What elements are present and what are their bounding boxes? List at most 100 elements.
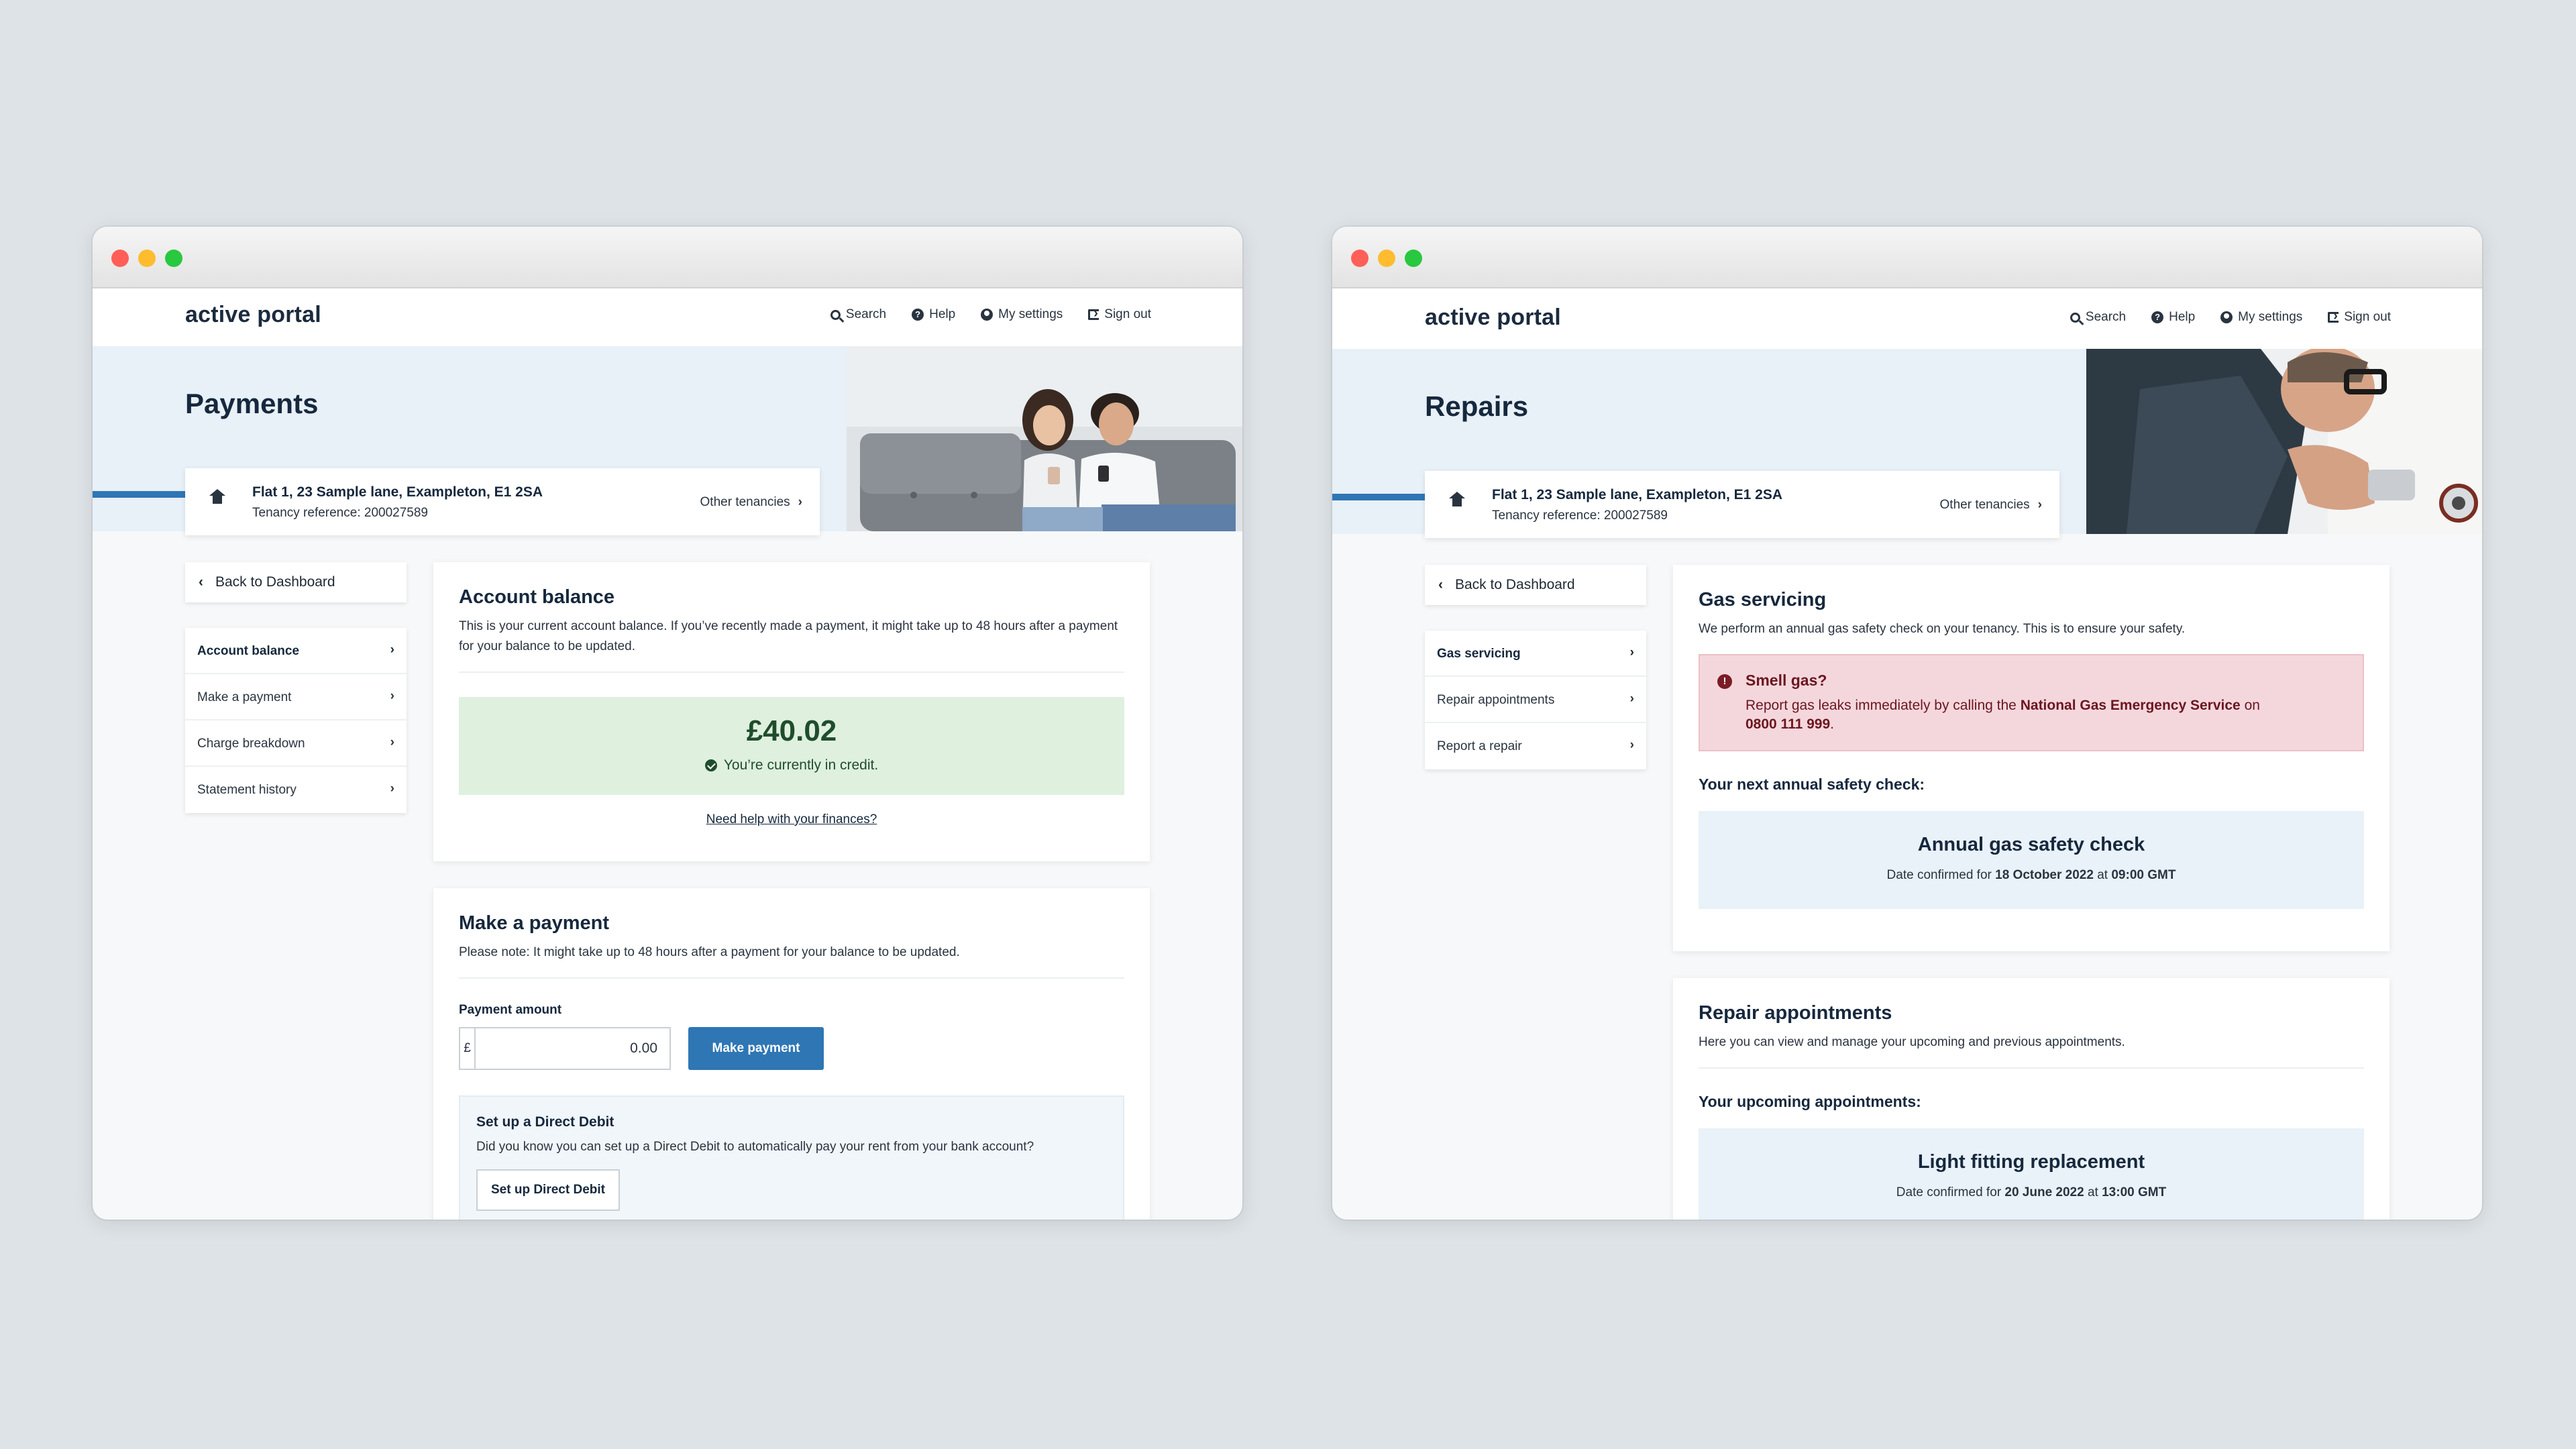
direct-debit-title: Set up a Direct Debit <box>476 1114 614 1130</box>
maximize-window-button[interactable] <box>1405 250 1422 267</box>
tenancy-address: Flat 1, 23 Sample lane, Exampleton, E1 2… <box>252 484 543 500</box>
direct-debit-box: Set up a Direct Debit Did you know you c… <box>459 1095 1124 1220</box>
nav-sign-out[interactable]: Sign out <box>2328 309 2391 325</box>
nav-search[interactable]: Search <box>830 307 886 322</box>
back-to-dashboard-button[interactable]: ‹ Back to Dashboard <box>1425 565 1646 605</box>
direct-debit-text: Did you know you can set up a Direct Deb… <box>476 1140 1034 1154</box>
logo[interactable]: active portal <box>185 302 321 328</box>
account-balance-card: Account balance This is your current acc… <box>433 562 1150 861</box>
hero-photo-couple <box>847 346 1242 531</box>
user-icon <box>981 309 994 321</box>
chevron-right-icon: › <box>1629 645 1634 659</box>
minimize-window-button[interactable] <box>138 250 156 267</box>
nav-help[interactable]: ? Help <box>2151 310 2195 325</box>
alert-title: Smell gas? <box>1746 672 1827 689</box>
browser-window-payments: active portal Search ?Help My settings S… <box>93 227 1242 1220</box>
check-circle-icon <box>704 759 717 771</box>
page-title: Payments <box>185 388 319 419</box>
appointment-title: Light fitting replacement <box>1917 1151 2145 1173</box>
repairs-sidenav: Gas servicing › Repair appointments › Repo… <box>1425 631 1646 769</box>
top-navbar: active portal Search ?Help My settings S… <box>93 288 1242 346</box>
nav-my-settings[interactable]: My settings <box>981 307 1063 322</box>
payment-row: £ Make payment <box>459 1027 1124 1070</box>
page-title: Repairs <box>1425 390 1529 422</box>
finances-help-link[interactable]: Need help with your finances? <box>459 812 1124 827</box>
minimize-window-button[interactable] <box>1378 250 1395 267</box>
divider <box>459 672 1124 673</box>
sidenav-item-account-balance[interactable]: Account balance › <box>185 628 407 674</box>
repair-appointments-title: Repair appointments <box>1699 1002 1892 1024</box>
hero-banner: Repairs Flat 1, 23 Sample lane, Examplet… <box>1332 349 2482 538</box>
help-icon: ? <box>912 309 924 321</box>
window-titlebar <box>93 227 1242 288</box>
divider <box>459 977 1124 979</box>
chevron-right-icon: › <box>390 689 394 703</box>
sidenav-item-make-a-payment[interactable]: Make a payment › <box>185 674 407 720</box>
make-payment-card: Make a payment Please note: It might tak… <box>433 888 1150 1220</box>
sign-out-icon <box>2328 309 2339 324</box>
smell-gas-alert: ! Smell gas? Report gas leaks immediatel… <box>1699 654 2364 751</box>
nav-help[interactable]: ? Help <box>912 307 955 322</box>
other-tenancies-link[interactable]: Other tenancies › <box>1940 498 2042 513</box>
close-window-button[interactable] <box>111 250 129 267</box>
repair-appointments-card: Repair appointments Here you can view an… <box>1673 978 2390 1220</box>
tenancy-reference: Tenancy reference: 200027589 <box>252 506 428 520</box>
payments-sidenav: Account balance › Make a payment › Charge … <box>185 628 407 813</box>
balance-status: You’re currently in credit. <box>459 757 1124 773</box>
tenancy-card: Flat 1, 23 Sample lane, Exampleton, E1 2… <box>185 468 820 535</box>
annual-check-title: Annual gas safety check <box>1917 834 2145 855</box>
window-titlebar <box>1332 227 2482 288</box>
gas-servicing-title: Gas servicing <box>1699 589 1827 610</box>
sidenav-item-repair-appointments[interactable]: Repair appointments › <box>1425 677 1646 723</box>
browser-window-repairs: active portal Search ?Help My settings S… <box>1332 227 2482 1220</box>
maximize-window-button[interactable] <box>165 250 182 267</box>
chevron-left-icon: ‹ <box>199 574 203 590</box>
payment-amount-label: Payment amount <box>459 1003 562 1017</box>
chevron-right-icon: › <box>1629 738 1634 752</box>
balance-box: £40.02 You’re currently in credit. <box>459 697 1124 795</box>
repair-appointments-text: Here you can view and manage your upcomi… <box>1699 1035 2125 1049</box>
gas-servicing-text: We perform an annual gas safety check on… <box>1699 622 2186 636</box>
make-payment-button[interactable]: Make payment <box>688 1027 824 1070</box>
sidenav-item-gas-servicing[interactable]: Gas servicing › <box>1425 631 1646 677</box>
next-check-label: Your next annual safety check: <box>1699 775 1925 793</box>
annual-check-date: Date confirmed for 18 October 2022 at 09… <box>1886 868 2176 882</box>
sign-out-icon <box>1088 306 1099 321</box>
sidenav-item-charge-breakdown[interactable]: Charge breakdown › <box>185 720 407 767</box>
make-payment-text: Please note: It might take up to 48 hour… <box>459 945 960 959</box>
top-navbar: active portal Search ?Help My settings S… <box>1332 288 2482 349</box>
chevron-right-icon: › <box>390 782 394 796</box>
other-tenancies-link[interactable]: Other tenancies › <box>700 495 802 510</box>
nav-links: Search ?Help My settings Sign out <box>830 306 1151 322</box>
tenancy-reference: Tenancy reference: 200027589 <box>1492 508 1668 523</box>
sidenav-item-report-a-repair[interactable]: Report a repair › <box>1425 723 1646 769</box>
payment-amount-input[interactable] <box>476 1028 669 1069</box>
hero-banner: Payments Flat 1, 23 Sample lane, Example… <box>93 346 1242 535</box>
tenancy-card: Flat 1, 23 Sample lane, Exampleton, E1 2… <box>1425 471 2059 538</box>
chevron-right-icon: › <box>2037 498 2042 512</box>
back-to-dashboard-button[interactable]: ‹ Back to Dashboard <box>185 562 407 602</box>
nav-search[interactable]: Search <box>2070 310 2126 325</box>
nav-sign-out[interactable]: Sign out <box>1088 306 1151 322</box>
tenancy-address: Flat 1, 23 Sample lane, Exampleton, E1 2… <box>1492 487 1783 502</box>
help-icon: ? <box>2151 311 2164 323</box>
chevron-right-icon: › <box>798 495 802 509</box>
appointment-box[interactable]: Light fitting replacement Date confirmed… <box>1699 1128 2364 1220</box>
balance-amount: £40.02 <box>746 714 837 747</box>
close-window-button[interactable] <box>1351 250 1368 267</box>
gas-servicing-card: Gas servicing We perform an annual gas s… <box>1673 565 2390 951</box>
chevron-right-icon: › <box>390 643 394 657</box>
chevron-right-icon: › <box>1629 692 1634 706</box>
nav-my-settings[interactable]: My settings <box>2220 310 2302 325</box>
make-payment-title: Make a payment <box>459 912 610 934</box>
nav-links: Search ?Help My settings Sign out <box>2070 309 2391 325</box>
alert-text: Report gas leaks immediately by calling … <box>1746 698 2260 732</box>
home-icon <box>209 489 225 507</box>
set-up-direct-debit-button[interactable]: Set up Direct Debit <box>476 1169 620 1211</box>
alert-icon: ! <box>1717 674 1732 689</box>
emergency-phone[interactable]: 0800 111 999 <box>1746 716 1830 732</box>
sidenav-item-statement-history[interactable]: Statement history › <box>185 767 407 813</box>
home-icon <box>1449 492 1465 510</box>
logo[interactable]: active portal <box>1425 305 1561 331</box>
upcoming-appointments-label: Your upcoming appointments: <box>1699 1093 1921 1110</box>
